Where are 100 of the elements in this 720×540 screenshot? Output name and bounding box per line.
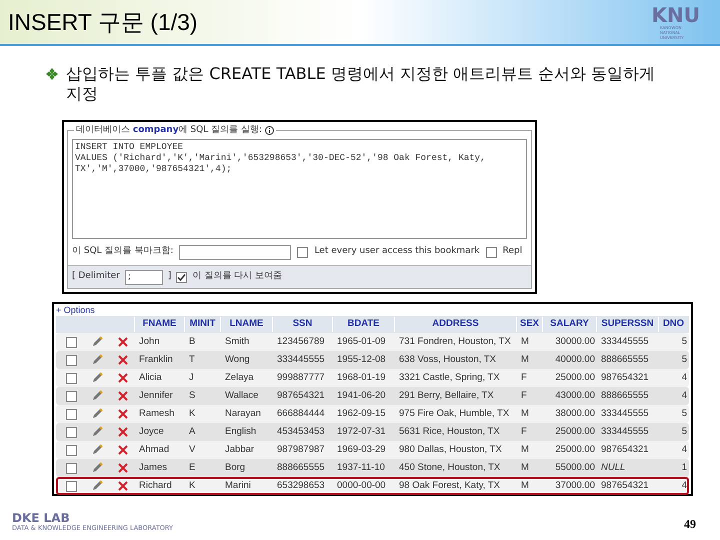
table-cell-text: Ahmad	[138, 442, 170, 457]
options-link[interactable]: + Options	[56, 304, 689, 316]
table-cell-text: 987654321	[600, 442, 650, 457]
column-header[interactable]: SEX	[516, 317, 542, 332]
checkbox[interactable]	[66, 354, 76, 366]
checkbox[interactable]	[297, 246, 308, 258]
table-cell-text: 5	[680, 352, 688, 367]
table-cell-text: 1955-12-08	[336, 352, 387, 367]
checkbox[interactable]	[66, 408, 76, 420]
table-cell-text: V	[188, 442, 196, 457]
table-row[interactable]: Ramesh K Narayan 666884444 1962-09-15 975 Fire Oak, Humble, TX M 38000.00 333445555 5	[56, 405, 689, 423]
table-cell-text: F	[520, 388, 528, 403]
checkbox[interactable]	[176, 272, 188, 282]
delimiter-input-field[interactable]: ;	[124, 270, 163, 284]
table-cell-text: English	[224, 424, 258, 439]
table-cell-text: 987654321	[276, 388, 326, 403]
delete-x-icon[interactable]	[118, 391, 128, 401]
table-cell-text: 4	[680, 442, 688, 457]
delete-x-icon[interactable]	[118, 409, 128, 419]
table-row[interactable]: Franklin T Wong 333445555 1955-12-08 638 Voss, Houston, TX M 40000.00 888665555 5	[56, 351, 689, 369]
sql-code-line: VALUES ('Richard','K','Marini','653298653','30-DEC-52','98 Oak Forest, Katy,	[75, 153, 486, 164]
bullet-text: 삽입하는 투플 값은 CREATE TABLE 명령에서 지정한 애트리뷰트 순서와 동일하게 지정	[66, 64, 656, 104]
pencil-icon[interactable]	[91, 444, 103, 456]
delete-x-icon[interactable]	[118, 337, 128, 347]
university-logo: KNU	[652, 4, 700, 24]
column-header[interactable]: ADDRESS	[394, 317, 516, 332]
table-cell-text: Jabbar	[224, 442, 256, 457]
sql-text-area[interactable]: INSERT INTO EMPLOYEE VALUES ('Richard','K','Marini','653298653','30-DEC-52','98 Oak Forest, Katy, TX','M',37000,'987654321',4);	[72, 139, 527, 239]
table-cell-text: 5	[680, 406, 688, 421]
table-cell-text: Narayan	[224, 406, 262, 421]
table-cell-text: 731 Fondren, Houston, TX	[398, 334, 512, 349]
pencil-icon[interactable]	[91, 426, 103, 438]
delete-x-icon[interactable]	[118, 481, 128, 491]
pencil-icon[interactable]	[91, 408, 103, 420]
table-cell-text: 1937-11-10	[336, 460, 386, 475]
table-cell-text: M	[520, 352, 530, 367]
checkbox[interactable]	[486, 246, 497, 258]
table-cell-text: Richard	[138, 478, 173, 493]
delete-x-icon[interactable]	[118, 427, 128, 437]
column-header[interactable]: BDATE	[332, 317, 394, 332]
delete-x-icon[interactable]	[118, 355, 128, 365]
table-cell-text: 1	[680, 460, 688, 475]
table-cell-text: A	[188, 424, 196, 439]
pencil-icon[interactable]	[91, 354, 103, 366]
table-cell-text: 5	[680, 424, 688, 439]
sql-code-line: TX','M',37000,'987654321',4);	[75, 164, 233, 175]
table-cell-text: 25000.00	[554, 442, 596, 457]
pencil-icon[interactable]	[91, 390, 103, 402]
table-cell-text: James	[138, 460, 168, 475]
table-row[interactable]: Richard K Marini 653298653 0000-00-00 98 Oak Forest, Katy, TX M 37000.00 987654321 4	[56, 477, 689, 495]
table-cell-text: 1962-09-15	[336, 406, 387, 421]
info-icon[interactable]	[265, 126, 274, 134]
table-cell-text: 5	[680, 334, 688, 349]
delimiter-label: [ Delimiter	[72, 270, 120, 284]
table-row[interactable]: Joyce A English 453453453 1972-07-31 5631 Rice, Houston, TX F 25000.00 333445555 5	[56, 423, 689, 441]
table-row[interactable]: John B Smith 123456789 1965-01-09 731 Fondren, Houston, TX M 30000.00 333445555 5	[56, 333, 689, 351]
table-cell-text: 1968-01-19	[336, 370, 387, 385]
table-cell-text: 888665555	[276, 460, 326, 475]
pencil-icon[interactable]	[91, 336, 103, 348]
pencil-icon[interactable]	[91, 480, 103, 492]
column-header[interactable]: SALARY	[542, 317, 596, 332]
checkbox[interactable]	[66, 336, 76, 348]
table-cell-text: 888665555	[600, 352, 650, 367]
column-header[interactable]: SUPERSSN	[596, 317, 658, 332]
checkbox[interactable]	[66, 444, 76, 456]
checkbox[interactable]	[66, 462, 76, 474]
lab-name: DKE LAB	[12, 512, 71, 524]
table-cell-text: B	[188, 334, 196, 349]
table-cell-text: Smith	[224, 334, 250, 349]
table-cell-text: 40000.00	[554, 352, 596, 367]
table-cell-text: 55000.00	[554, 460, 596, 475]
bookmark-input-field[interactable]	[179, 244, 292, 260]
checkbox[interactable]	[66, 372, 76, 384]
pencil-icon[interactable]	[91, 462, 103, 474]
delete-x-icon[interactable]	[118, 373, 128, 383]
table-cell-text: 98 Oak Forest, Katy, TX	[398, 478, 502, 493]
pencil-icon[interactable]	[91, 372, 103, 384]
column-header[interactable]: DNO	[658, 317, 688, 332]
checkbox[interactable]	[66, 480, 76, 492]
delete-x-icon[interactable]	[118, 463, 128, 473]
table-row[interactable]: James E Borg 888665555 1937-11-10 450 Stone, Houston, TX M 55000.00 NULL 1	[56, 459, 689, 477]
column-header[interactable]: LNAME	[220, 317, 272, 332]
table-cell-text: 333445555	[600, 334, 650, 349]
table-cell-text: 987987987	[276, 442, 326, 457]
table-cell-text: M	[520, 460, 530, 475]
checkbox[interactable]	[66, 426, 76, 438]
column-header[interactable]: FNAME	[134, 317, 184, 332]
delete-x-icon[interactable]	[118, 445, 128, 455]
table-cell-text: Jennifer	[138, 388, 174, 403]
table-cell-text: M	[520, 478, 530, 493]
checkbox[interactable]	[66, 390, 76, 402]
table-cell-text: 25000.00	[554, 424, 596, 439]
column-header[interactable]: MINIT	[184, 317, 220, 332]
table-row[interactable]: Ahmad V Jabbar 987987987 1969-03-29 980 Dallas, Houston, TX M 25000.00 987654321 4	[56, 441, 689, 459]
table-cell-text: J	[188, 370, 195, 385]
table-cell-text: S	[188, 388, 196, 403]
column-header[interactable]: SSN	[272, 317, 332, 332]
table-row[interactable]: Alicia J Zelaya 999887777 1968-01-19 3321 Castle, Spring, TX F 25000.00 987654321 4	[56, 369, 689, 387]
table-cell-text: 30000.00	[554, 334, 596, 349]
table-row[interactable]: Jennifer S Wallace 987654321 1941-06-20 291 Berry, Bellaire, TX F 43000.00 888665555 4	[56, 387, 689, 405]
